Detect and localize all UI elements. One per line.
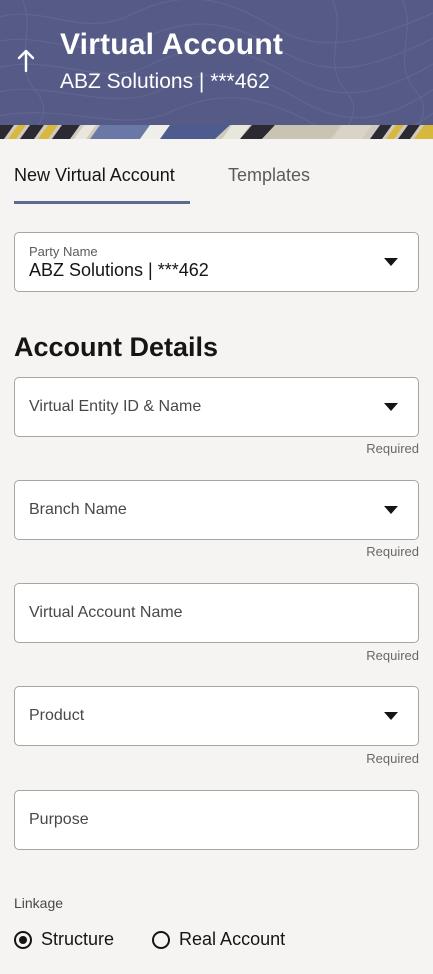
radio-structure-label: Structure — [41, 929, 115, 949]
radio-real-account-label: Real Account — [179, 929, 286, 949]
radio-selected-icon — [14, 930, 32, 949]
branch-name-required-hint: Required — [366, 544, 419, 559]
header-pattern — [0, 0, 433, 125]
linkage-label: Linkage — [14, 895, 64, 911]
page-title: Virtual Account — [60, 28, 284, 61]
radio-dot — [19, 935, 27, 944]
product-label: Product — [29, 707, 85, 724]
tab-templates[interactable]: Templates — [228, 160, 310, 204]
virtual-account-name-input[interactable]: Virtual Account Name — [14, 583, 419, 643]
virtual-entity-required-hint: Required — [366, 441, 419, 456]
purpose-label: Purpose — [29, 811, 89, 828]
purpose-input[interactable]: Purpose — [14, 790, 419, 850]
virtual-entity-label: Virtual Entity ID & Name — [29, 398, 202, 415]
radio-unselected-icon — [152, 930, 171, 949]
radio-structure[interactable]: Structure — [14, 929, 114, 950]
party-name-label: Party Name — [29, 244, 98, 259]
caret-down-icon — [384, 712, 398, 720]
page-header: Virtual Account ABZ Solutions | ***462 — [0, 0, 433, 125]
header-banner-strip — [0, 125, 433, 139]
tab-bar: New Virtual Account Templates — [14, 160, 310, 204]
page-subtitle: ABZ Solutions | ***462 — [60, 70, 270, 93]
party-name-value: ABZ Solutions | ***462 — [29, 260, 209, 280]
product-required-hint: Required — [366, 751, 419, 766]
caret-down-icon — [384, 258, 398, 266]
back-button[interactable] — [12, 44, 40, 78]
linkage-radio-group: Structure Real Account — [14, 929, 285, 950]
branch-name-label: Branch Name — [29, 501, 127, 518]
virtual-account-name-required-hint: Required — [366, 648, 419, 663]
branch-name-dropdown[interactable]: Branch Name — [14, 480, 419, 540]
tab-new-virtual-account[interactable]: New Virtual Account — [14, 160, 190, 204]
radio-real-account[interactable]: Real Account — [152, 929, 285, 950]
caret-down-icon — [384, 403, 398, 411]
virtual-entity-dropdown[interactable]: Virtual Entity ID & Name — [14, 377, 419, 437]
section-title: Account Details — [14, 332, 219, 362]
arrow-up-icon — [17, 49, 35, 73]
caret-down-icon — [384, 506, 398, 514]
party-name-dropdown[interactable]: Party Name ABZ Solutions | ***462 — [14, 232, 419, 292]
product-dropdown[interactable]: Product — [14, 686, 419, 746]
virtual-account-name-label: Virtual Account Name — [29, 604, 183, 621]
